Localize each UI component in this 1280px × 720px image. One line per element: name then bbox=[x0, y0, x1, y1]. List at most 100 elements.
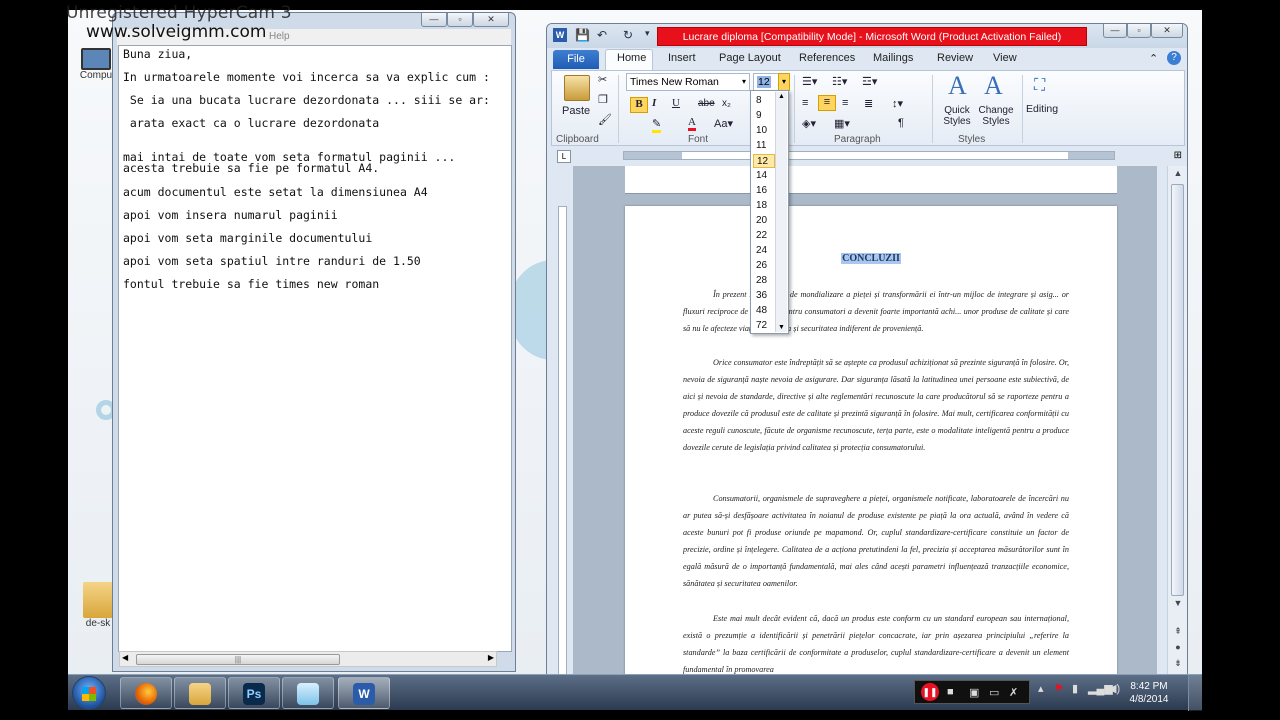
shading-icon[interactable]: ◈▾ bbox=[802, 117, 816, 130]
stop-icon[interactable]: ■ bbox=[947, 686, 954, 698]
font-size-option[interactable]: 72 bbox=[753, 319, 775, 333]
help-icon[interactable]: ? bbox=[1167, 51, 1181, 65]
paragraph[interactable]: Consumatorii, organismele de supravegher… bbox=[683, 490, 1069, 610]
strikethrough-button[interactable]: abe bbox=[698, 98, 715, 109]
tab-insert[interactable]: Insert bbox=[668, 52, 696, 64]
pilcrow-icon[interactable]: ¶ bbox=[898, 117, 904, 129]
redo-icon[interactable]: ↻ bbox=[623, 28, 633, 42]
font-size-option-selected[interactable]: 12 bbox=[753, 154, 775, 168]
menu-help[interactable]: Help bbox=[269, 31, 290, 42]
recorder-controls[interactable]: ❚❚ ■ ▣ ▭ ✗ bbox=[914, 680, 1030, 704]
line-spacing-icon[interactable]: ↕▾ bbox=[892, 97, 903, 110]
camera-icon[interactable]: ▣ bbox=[969, 686, 979, 699]
notepad-window[interactable]: — ▫ ✕ Help Buna ziua, In urmatoarele mom… bbox=[112, 12, 516, 672]
tab-references[interactable]: References bbox=[799, 52, 855, 64]
quick-styles-icon[interactable]: A bbox=[948, 71, 967, 101]
taskbar-word[interactable]: W bbox=[338, 677, 390, 709]
word-app-icon[interactable]: W bbox=[553, 28, 567, 42]
paragraph[interactable]: Este mai mult decât evident că, dacă un … bbox=[683, 610, 1069, 674]
notepad-titlebar[interactable]: — ▫ ✕ bbox=[113, 13, 515, 29]
browse-object-icon[interactable]: ● bbox=[1172, 642, 1184, 652]
quick-styles-button[interactable]: Quick Styles bbox=[940, 105, 974, 127]
font-size-option[interactable]: 24 bbox=[753, 244, 775, 258]
scroll-left-arrow[interactable]: ◀ bbox=[122, 653, 128, 662]
record-icon[interactable]: ❚❚ bbox=[921, 683, 939, 701]
font-size-option[interactable]: 18 bbox=[753, 199, 775, 213]
tab-file[interactable]: File bbox=[553, 50, 599, 69]
ruler-bar[interactable] bbox=[623, 151, 1115, 160]
paragraph[interactable]: În prezent ... tendinței de mondializare… bbox=[683, 286, 1069, 356]
italic-button[interactable]: I bbox=[652, 97, 656, 109]
align-center-icon[interactable]: ≡ bbox=[818, 95, 836, 111]
mic-off-icon[interactable]: ✗ bbox=[1009, 686, 1018, 699]
horizontal-ruler[interactable]: L ⊞ bbox=[547, 146, 1187, 166]
font-size-option[interactable]: 26 bbox=[753, 259, 775, 273]
vertical-scrollbar[interactable]: ▲ ▼ ⇞ ● ⇟ bbox=[1167, 166, 1187, 674]
taskbar-explorer[interactable] bbox=[174, 677, 226, 709]
bold-button[interactable]: B bbox=[630, 97, 648, 113]
taskbar-notepad[interactable] bbox=[282, 677, 334, 709]
font-size-option[interactable]: 22 bbox=[753, 229, 775, 243]
next-page-icon[interactable]: ⇟ bbox=[1172, 658, 1184, 669]
clock[interactable]: 8:42 PM 4/8/2014 bbox=[1124, 680, 1174, 706]
change-case-icon[interactable]: Aa▾ bbox=[714, 117, 733, 130]
font-size-option[interactable]: 11 bbox=[753, 139, 775, 153]
tab-selector-icon[interactable]: L bbox=[557, 150, 571, 163]
paste-icon[interactable] bbox=[564, 75, 590, 101]
taskbar-photoshop[interactable]: Ps bbox=[228, 677, 280, 709]
chevron-down-icon[interactable]: ▾ bbox=[742, 74, 746, 90]
font-color-icon[interactable]: A bbox=[688, 116, 696, 131]
undo-icon[interactable]: ↶ bbox=[597, 28, 607, 42]
minimize-ribbon-icon[interactable]: ⌃ bbox=[1149, 52, 1158, 65]
word-window[interactable]: W 💾 ↶ ↻ ▾ Lucrare diploma [Compatibility… bbox=[546, 23, 1188, 675]
multilevel-list-icon[interactable]: ☲▾ bbox=[862, 75, 877, 88]
font-size-option[interactable]: 14 bbox=[753, 169, 775, 183]
close-button[interactable]: ✕ bbox=[1151, 24, 1183, 38]
font-size-option[interactable]: 10 bbox=[753, 124, 775, 138]
maximize-button[interactable]: ▫ bbox=[447, 13, 473, 27]
tab-mailings[interactable]: Mailings bbox=[873, 52, 913, 64]
scroll-up-arrow[interactable]: ▲ bbox=[778, 93, 785, 100]
previous-page-icon[interactable]: ⇞ bbox=[1172, 626, 1184, 637]
document-page[interactable]: CONCLUZII În prezent ... tendinței de mo… bbox=[625, 206, 1117, 674]
highlight-icon[interactable]: ✎ bbox=[652, 117, 662, 133]
justify-icon[interactable]: ≣ bbox=[864, 97, 873, 110]
start-button[interactable] bbox=[72, 676, 106, 710]
paste-button[interactable]: Paste bbox=[562, 105, 590, 117]
borders-icon[interactable]: ▦▾ bbox=[834, 117, 850, 130]
save-icon[interactable]: 💾 bbox=[575, 28, 590, 42]
minimize-button[interactable]: — bbox=[421, 13, 447, 27]
dropdown-scrollbar[interactable]: ▲ ▼ bbox=[775, 92, 787, 332]
bullets-icon[interactable]: ☰▾ bbox=[802, 75, 817, 88]
close-button[interactable]: ✕ bbox=[473, 13, 509, 27]
tab-review[interactable]: Review bbox=[937, 52, 973, 64]
scroll-down-arrow[interactable]: ▼ bbox=[1172, 598, 1184, 608]
format-painter-icon[interactable]: 🖌 bbox=[598, 113, 612, 126]
network-icon[interactable]: ▮ bbox=[1072, 682, 1078, 695]
word-titlebar[interactable]: W 💾 ↶ ↻ ▾ Lucrare diploma [Compatibility… bbox=[547, 24, 1187, 48]
paragraph[interactable]: Orice consumator este îndreptățit să se … bbox=[683, 354, 1069, 490]
show-desktop-button[interactable] bbox=[1188, 675, 1202, 711]
change-styles-button[interactable]: Change Styles bbox=[976, 105, 1016, 127]
scrollbar-thumb[interactable] bbox=[1171, 184, 1184, 596]
font-size-option[interactable]: 28 bbox=[753, 274, 775, 288]
font-size-option[interactable]: 16 bbox=[753, 184, 775, 198]
font-size-option[interactable]: 36 bbox=[753, 289, 775, 303]
action-center-icon[interactable]: ⚑ bbox=[1054, 682, 1064, 695]
scroll-right-arrow[interactable]: ▶ bbox=[488, 653, 494, 662]
editing-button[interactable]: Editing bbox=[1026, 103, 1058, 115]
font-size-dropdown-button[interactable]: ▾ bbox=[778, 73, 790, 91]
show-hidden-icons[interactable]: ▴ bbox=[1038, 682, 1044, 695]
underline-button[interactable]: U bbox=[672, 97, 680, 109]
tab-view[interactable]: View bbox=[993, 52, 1017, 64]
copy-icon[interactable]: ❐ bbox=[598, 93, 608, 106]
font-name-input[interactable]: Times New Roman ▾ bbox=[626, 73, 750, 91]
notepad-text-area[interactable]: Buna ziua, In urmatoarele momente voi in… bbox=[118, 45, 512, 652]
scroll-down-arrow[interactable]: ▼ bbox=[778, 324, 785, 331]
document-area[interactable]: CONCLUZII În prezent ... tendinței de mo… bbox=[573, 166, 1157, 674]
notepad-menubar[interactable]: Help bbox=[117, 29, 511, 45]
font-size-option[interactable]: 48 bbox=[753, 304, 775, 318]
minimize-button[interactable]: — bbox=[1103, 24, 1127, 38]
maximize-button[interactable]: ▫ bbox=[1127, 24, 1151, 38]
screen-icon[interactable]: ▭ bbox=[989, 686, 999, 699]
